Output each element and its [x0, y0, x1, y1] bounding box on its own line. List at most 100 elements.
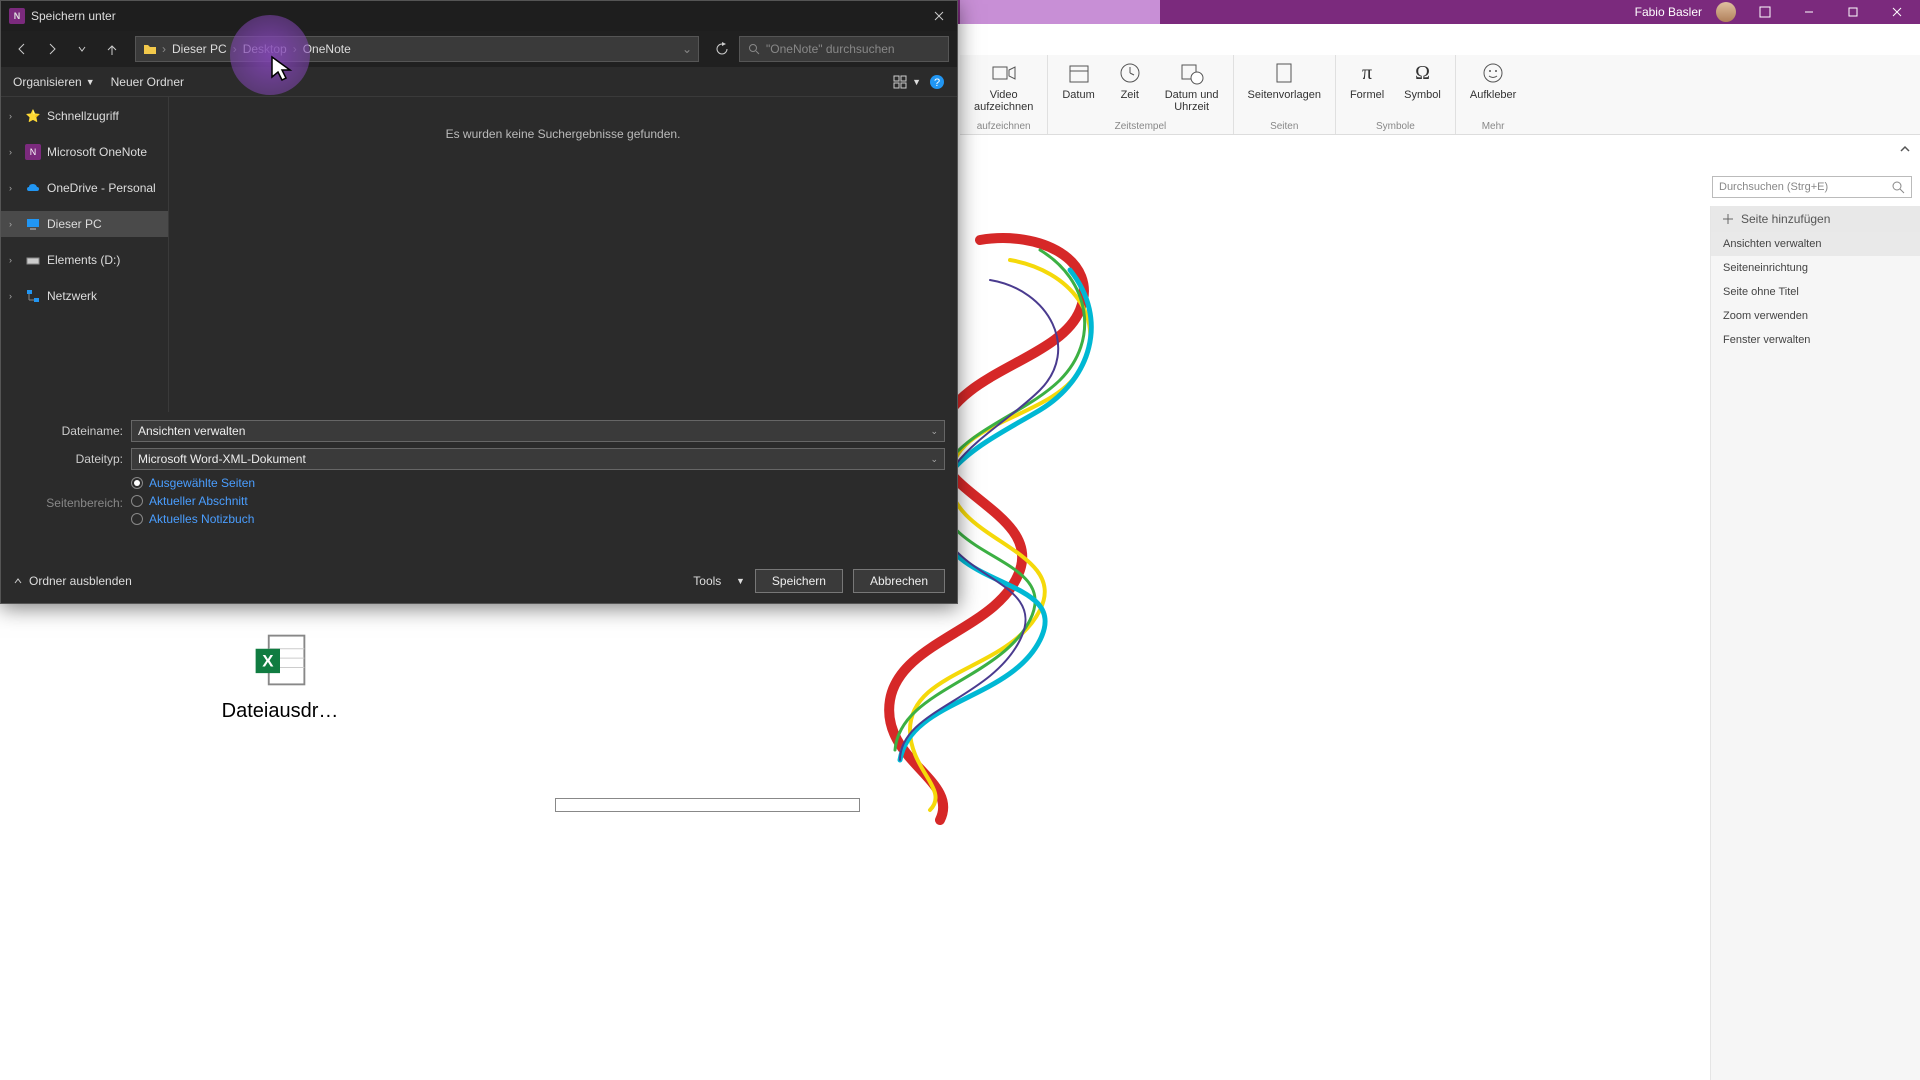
- hide-folders-button[interactable]: Ordner ausblenden: [13, 574, 132, 588]
- ribbon-display-icon[interactable]: [1750, 2, 1780, 22]
- ribbon: Video aufzeichnen aufzeichnen Datum Zeit…: [960, 55, 1920, 135]
- filetype-label: Dateityp:: [13, 452, 123, 466]
- minimize-button[interactable]: [1794, 2, 1824, 22]
- tree-thispc[interactable]: ›Dieser PC: [1, 211, 168, 237]
- ribbon-group-record: Video aufzeichnen aufzeichnen: [960, 55, 1048, 134]
- nav-up-button[interactable]: [99, 36, 125, 62]
- ribbon-group-pages: Seitenvorlagen Seiten: [1234, 55, 1336, 134]
- excel-icon: X: [250, 630, 310, 690]
- dialog-fields: Dateiname: Ansichten verwalten⌄ Dateityp…: [1, 412, 957, 544]
- file-label: Dateiausdr…: [222, 700, 339, 723]
- tree-onenote[interactable]: ›NMicrosoft OneNote: [1, 139, 168, 165]
- cancel-button[interactable]: Abbrechen: [853, 569, 945, 593]
- formula-label: Formel: [1350, 89, 1384, 101]
- nav-forward-button[interactable]: [39, 36, 65, 62]
- range-option-2[interactable]: Aktuelles Notizbuch: [131, 512, 945, 526]
- add-page-label: Seite hinzufügen: [1741, 212, 1830, 226]
- dialog-search-input[interactable]: "OneNote" durchsuchen: [739, 36, 949, 62]
- breadcrumb-seg-0[interactable]: Dieser PC: [166, 42, 233, 56]
- date-button[interactable]: Datum: [1056, 55, 1100, 117]
- nav-back-button[interactable]: [9, 36, 35, 62]
- folder-icon: [142, 41, 158, 57]
- nav-refresh-button[interactable]: [709, 36, 735, 62]
- breadcrumb-bar[interactable]: › Dieser PC › Desktop › OneNote ⌄: [135, 36, 699, 62]
- cloud-icon: [25, 180, 41, 196]
- add-page-button[interactable]: Seite hinzufügen: [1711, 206, 1920, 232]
- onenote-app-icon: N: [9, 8, 25, 24]
- help-button[interactable]: ?: [929, 74, 945, 90]
- group-label-timestamp: Zeitstempel: [1115, 121, 1167, 132]
- save-as-dialog: N Speichern unter › Dieser PC › Desktop …: [0, 0, 958, 604]
- view-mode-button[interactable]: ▼: [892, 74, 921, 90]
- range-option-1[interactable]: Aktueller Abschnitt: [131, 494, 945, 508]
- video-icon: [990, 59, 1018, 87]
- chevron-up-icon: [13, 576, 23, 586]
- tree-drive[interactable]: ›Elements (D:): [1, 247, 168, 273]
- dialog-body: ›⭐Schnellzugriff ›NMicrosoft OneNote ›On…: [1, 97, 957, 412]
- group-label-record: aufzeichnen: [977, 121, 1031, 132]
- search-icon: [1891, 180, 1905, 194]
- svg-text:X: X: [262, 652, 274, 671]
- filename-label: Dateiname:: [13, 424, 123, 438]
- empty-message: Es wurden keine Suchergebnisse gefunden.: [446, 127, 681, 141]
- page-templates-button[interactable]: Seitenvorlagen: [1242, 55, 1327, 105]
- user-avatar[interactable]: [1716, 2, 1736, 22]
- organize-button[interactable]: Organisieren▼: [13, 75, 95, 89]
- dialog-toolbar: Organisieren▼ Neuer Ordner ▼ ?: [1, 67, 957, 97]
- page-item-1[interactable]: Seiteneinrichtung: [1711, 256, 1920, 280]
- symbol-label: Symbol: [1404, 89, 1441, 101]
- titlebar-highlight: [960, 0, 1160, 24]
- breadcrumb-seg-1[interactable]: Desktop: [237, 42, 293, 56]
- breadcrumb-seg-2[interactable]: OneNote: [297, 42, 357, 56]
- nav-recent-button[interactable]: [69, 36, 95, 62]
- templates-label: Seitenvorlagen: [1248, 89, 1321, 101]
- search-placeholder: "OneNote" durchsuchen: [766, 42, 895, 56]
- time-button[interactable]: Zeit: [1109, 55, 1151, 117]
- date-label: Datum: [1062, 89, 1094, 101]
- folder-tree: ›⭐Schnellzugriff ›NMicrosoft OneNote ›On…: [1, 97, 169, 412]
- tree-onedrive[interactable]: ›OneDrive - Personal: [1, 175, 168, 201]
- video-record-button[interactable]: Video aufzeichnen: [968, 55, 1039, 117]
- filename-input[interactable]: Ansichten verwalten⌄: [131, 420, 945, 442]
- page-item-4[interactable]: Fenster verwalten: [1711, 328, 1920, 352]
- filetype-select[interactable]: Microsoft Word-XML-Dokument⌄: [131, 448, 945, 470]
- dialog-close-button[interactable]: [929, 6, 949, 26]
- symbol-button[interactable]: Ω Symbol: [1398, 55, 1447, 105]
- radio-icon: [131, 513, 143, 525]
- page-item-3[interactable]: Zoom verwenden: [1711, 304, 1920, 328]
- new-folder-button[interactable]: Neuer Ordner: [111, 75, 184, 89]
- maximize-button[interactable]: [1838, 2, 1868, 22]
- file-list-area: Es wurden keine Suchergebnisse gefunden.: [169, 97, 957, 412]
- ribbon-collapse-icon[interactable]: [1898, 142, 1912, 161]
- group-label-pages: Seiten: [1270, 121, 1298, 132]
- formula-button[interactable]: πFormel: [1344, 55, 1390, 105]
- tree-quickaccess[interactable]: ›⭐Schnellzugriff: [1, 103, 168, 129]
- text-placeholder-box[interactable]: [555, 798, 860, 812]
- page-list-panel: Seite hinzufügen Ansichten verwalten Sei…: [1710, 206, 1920, 1080]
- group-label-more: Mehr: [1482, 121, 1505, 132]
- page-item-2[interactable]: Seite ohne Titel: [1711, 280, 1920, 304]
- tree-network[interactable]: ›Netzwerk: [1, 283, 168, 309]
- range-option-0[interactable]: Ausgewählte Seiten: [131, 476, 945, 490]
- breadcrumb-dropdown-icon[interactable]: ⌄: [682, 42, 692, 56]
- ribbon-group-symbols: πFormel ΩSymbol Symbole: [1336, 55, 1456, 134]
- tools-dropdown[interactable]: Tools ▼: [693, 574, 745, 588]
- onenote-icon: N: [25, 144, 41, 160]
- network-icon: [25, 288, 41, 304]
- page-search-input[interactable]: Durchsuchen (Strg+E): [1712, 176, 1912, 198]
- embedded-file[interactable]: X Dateiausdr…: [200, 630, 360, 723]
- omega-icon: Ω: [1409, 59, 1437, 87]
- page-icon: [1270, 59, 1298, 87]
- range-label: Seitenbereich:: [13, 496, 123, 510]
- dialog-titlebar: N Speichern unter: [1, 1, 957, 31]
- clock-icon: [1116, 59, 1144, 87]
- calendar-icon: [1065, 59, 1093, 87]
- time-label: Zeit: [1121, 89, 1139, 101]
- save-button[interactable]: Speichern: [755, 569, 843, 593]
- page-item-0[interactable]: Ansichten verwalten: [1711, 232, 1920, 256]
- datetime-button[interactable]: Datum und Uhrzeit: [1159, 55, 1225, 117]
- close-button[interactable]: [1882, 2, 1912, 22]
- sticker-button[interactable]: Aufkleber: [1464, 55, 1522, 105]
- dialog-footer: Ordner ausblenden Tools ▼ Speichern Abbr…: [1, 559, 957, 603]
- datetime-icon: [1178, 59, 1206, 87]
